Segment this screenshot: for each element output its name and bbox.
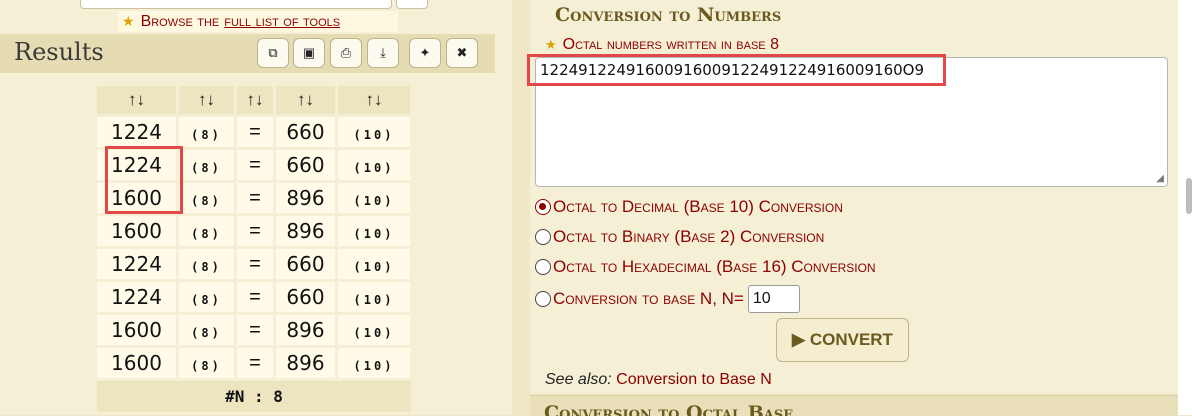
decimal-value-cell: 660 bbox=[276, 249, 335, 279]
octal-value-cell: 1600 bbox=[97, 216, 176, 246]
octal-field-label-text: Octal numbers written in base 8 bbox=[562, 36, 779, 53]
from-base-cell: (8) bbox=[179, 249, 234, 279]
to-base-cell: (10) bbox=[338, 150, 410, 180]
full-list-of-tools-link[interactable]: full list of tools bbox=[224, 13, 340, 31]
to-base-cell: (10) bbox=[338, 348, 410, 378]
pin-icon: ✦ bbox=[419, 45, 431, 60]
tool-search-input[interactable] bbox=[80, 0, 392, 9]
to-base-cell: (10) bbox=[338, 249, 410, 279]
sort-header-octal[interactable]: ↑↓ bbox=[97, 86, 176, 114]
equals-cell: = bbox=[237, 348, 273, 378]
sort-header-equals[interactable]: ↑↓ bbox=[237, 86, 273, 114]
copy-button[interactable]: ⧉ bbox=[257, 38, 289, 68]
see-also-line: See also: Conversion to Base N bbox=[545, 371, 772, 389]
sort-header-to-base[interactable]: ↑↓ bbox=[338, 86, 410, 114]
see-also-prefix: See also: bbox=[545, 371, 612, 388]
star-icon: ★ bbox=[122, 13, 135, 29]
result-count: #N : 8 bbox=[97, 381, 411, 412]
octal-value-cell: 1224 bbox=[97, 117, 176, 147]
download-button[interactable]: ⤓ bbox=[367, 38, 399, 68]
results-scrollbar[interactable] bbox=[495, 34, 512, 415]
close-icon: ✖ bbox=[456, 45, 468, 60]
decimal-value-cell: 660 bbox=[276, 150, 335, 180]
radio-octal-to-decimal[interactable] bbox=[535, 199, 551, 215]
save-button[interactable]: ▣ bbox=[293, 38, 325, 68]
equals-cell: = bbox=[237, 150, 273, 180]
browse-prefix: Browse the bbox=[140, 12, 220, 30]
to-base-cell: (10) bbox=[338, 282, 410, 312]
from-base-cell: (8) bbox=[179, 183, 234, 213]
sort-header-from-base[interactable]: ↑↓ bbox=[179, 86, 234, 114]
equals-cell: = bbox=[237, 315, 273, 345]
conversion-to-base-n-link[interactable]: Conversion to Base N bbox=[616, 371, 772, 388]
option-label: Octal to Hexadecimal (Base 16) Conversio… bbox=[553, 257, 876, 276]
equals-cell: = bbox=[237, 282, 273, 312]
to-base-cell: (10) bbox=[338, 315, 410, 345]
option-label: Conversion to base N, N= bbox=[553, 289, 744, 308]
from-base-cell: (8) bbox=[179, 150, 234, 180]
highlight-box-input bbox=[527, 54, 946, 86]
decimal-value-cell: 896 bbox=[276, 348, 335, 378]
option-base-n[interactable]: Conversion to base N, N= 10 bbox=[535, 284, 800, 314]
browse-tools-line: ★ Browse the full list of tools bbox=[118, 11, 398, 32]
octal-value-cell: 1600 bbox=[97, 348, 176, 378]
decimal-value-cell: 660 bbox=[276, 282, 335, 312]
highlight-box-results bbox=[105, 146, 183, 214]
next-section-header[interactable]: Conversion to Octal Base bbox=[530, 395, 1178, 416]
results-panel: ★ Browse the full list of tools Results … bbox=[0, 0, 512, 415]
option-octal-to-hexadecimal[interactable]: Octal to Hexadecimal (Base 16) Conversio… bbox=[535, 256, 876, 278]
decimal-value-cell: 660 bbox=[276, 117, 335, 147]
decimal-value-cell: 896 bbox=[276, 315, 335, 345]
equals-cell: = bbox=[237, 183, 273, 213]
from-base-cell: (8) bbox=[179, 348, 234, 378]
equals-cell: = bbox=[237, 216, 273, 246]
option-label: Octal to Decimal (Base 10) Conversion bbox=[553, 197, 843, 216]
sort-header-decimal[interactable]: ↑↓ bbox=[276, 86, 335, 114]
convert-button[interactable]: ▶ CONVERT bbox=[776, 318, 909, 362]
option-label: Octal to Binary (Base 2) Conversion bbox=[553, 227, 825, 246]
results-title: Results bbox=[14, 38, 104, 66]
radio-octal-to-hexadecimal[interactable] bbox=[535, 259, 551, 275]
decimal-value-cell: 896 bbox=[276, 183, 335, 213]
octal-value-cell: 1600 bbox=[97, 315, 176, 345]
octal-value-cell: 1224 bbox=[97, 282, 176, 312]
equals-cell: = bbox=[237, 249, 273, 279]
octal-value-cell: 1224 bbox=[97, 249, 176, 279]
print-button[interactable]: ⎙ bbox=[330, 38, 362, 68]
pin-button[interactable]: ✦ bbox=[409, 38, 441, 68]
print-icon: ⎙ bbox=[340, 45, 352, 60]
radio-base-n[interactable] bbox=[535, 291, 551, 307]
next-section-title: Conversion to Octal Base bbox=[544, 402, 794, 416]
decimal-value-cell: 896 bbox=[276, 216, 335, 246]
from-base-cell: (8) bbox=[179, 282, 234, 312]
star-icon: ★ bbox=[545, 37, 557, 52]
option-octal-to-decimal[interactable]: Octal to Decimal (Base 10) Conversion bbox=[535, 196, 843, 218]
to-base-cell: (10) bbox=[338, 183, 410, 213]
to-base-cell: (10) bbox=[338, 117, 410, 147]
save-icon: ▣ bbox=[302, 45, 316, 60]
base-n-input[interactable]: 10 bbox=[747, 285, 800, 313]
option-octal-to-binary[interactable]: Octal to Binary (Base 2) Conversion bbox=[535, 226, 824, 248]
conversion-section-title: Conversion to Numbers bbox=[555, 4, 782, 26]
from-base-cell: (8) bbox=[179, 216, 234, 246]
download-icon: ⤓ bbox=[380, 45, 386, 60]
copy-icon: ⧉ bbox=[268, 45, 278, 60]
close-button[interactable]: ✖ bbox=[446, 38, 478, 68]
radio-octal-to-binary[interactable] bbox=[535, 229, 551, 245]
equals-cell: = bbox=[237, 117, 273, 147]
octal-field-label: ★ Octal numbers written in base 8 bbox=[545, 36, 779, 54]
resize-handle-icon[interactable]: ◢ bbox=[1156, 173, 1164, 184]
results-header: Results ⧉ ▣ ⎙ ⤓ ✦ ✖ bbox=[0, 34, 495, 73]
from-base-cell: (8) bbox=[179, 315, 234, 345]
to-base-cell: (10) bbox=[338, 216, 410, 246]
tool-search-button[interactable] bbox=[396, 0, 428, 9]
page-scrollbar-thumb[interactable] bbox=[1186, 178, 1192, 214]
from-base-cell: (8) bbox=[179, 117, 234, 147]
